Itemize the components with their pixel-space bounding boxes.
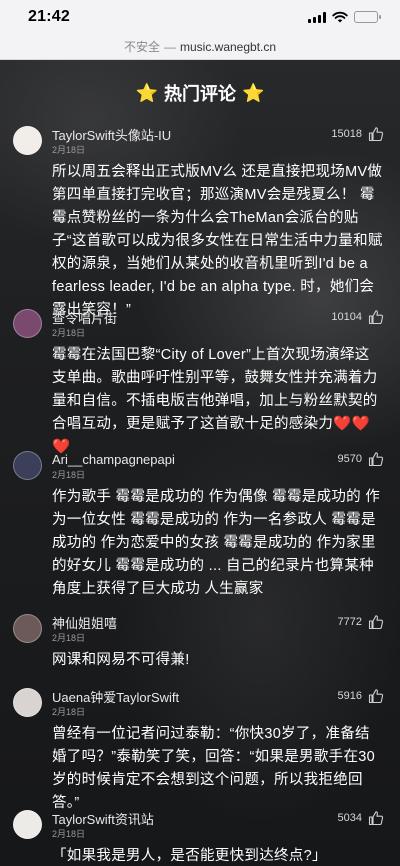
avatar[interactable] bbox=[13, 810, 42, 839]
avatar[interactable] bbox=[13, 126, 42, 155]
comment-text: 所以周五会释出正式版MV么 还是直接把现场MV做第四单直接打完收官；那巡演MV会… bbox=[52, 164, 383, 318]
comment-text: 曾经有一位记者问过泰勒：“你快30岁了，准备结婚了吗？”泰勒笑了笑，回答：“如果… bbox=[52, 726, 375, 811]
comment-text: 霉霉在法国巴黎“City of Lover”上首次现场演绎这支单曲。歌曲呼吁性别… bbox=[52, 344, 384, 459]
comment-date: 2月18日 bbox=[52, 328, 86, 338]
comment-date: 2月18日 bbox=[52, 470, 86, 480]
like-count: 10104 bbox=[331, 311, 362, 323]
comment-list: TaylorSwift头像站-IU 15018 2月18日 所以周五会释出正式版… bbox=[0, 124, 400, 866]
comment-item: TaylorSwift头像站-IU 15018 2月18日 所以周五会释出正式版… bbox=[0, 124, 400, 318]
thumbs-up-icon[interactable] bbox=[368, 810, 384, 826]
url-host: music.wanegbt.cn bbox=[179, 39, 277, 54]
comment-date: 2月18日 bbox=[52, 633, 86, 643]
comment-text: 网课和网易不可得兼! bbox=[52, 652, 190, 668]
avatar[interactable] bbox=[13, 309, 42, 338]
like-count: 5034 bbox=[337, 812, 362, 824]
status-time: 21:42 bbox=[28, 8, 70, 25]
comment-date: 2月18日 bbox=[52, 829, 86, 839]
thumbs-up-icon[interactable] bbox=[368, 614, 384, 630]
status-bar: 21:42 bbox=[0, 0, 400, 34]
url-bar[interactable]: 不安全 — music.wanegbt.cn bbox=[0, 34, 400, 60]
star-icon: ⭐ bbox=[135, 82, 158, 103]
security-label: 不安全 bbox=[123, 40, 160, 54]
comment-username[interactable]: 神仙姐姐嘻 bbox=[52, 613, 338, 632]
like-count: 15018 bbox=[331, 128, 362, 140]
battery-icon bbox=[354, 11, 381, 23]
comment-date: 2月18日 bbox=[52, 707, 86, 717]
url-separator: — bbox=[163, 39, 176, 54]
comment-text: 作为歌手 霉霉是成功的 作为偶像 霉霉是成功的 作为一位女性 霉霉是成功的 作为… bbox=[52, 489, 381, 597]
status-icons bbox=[308, 11, 381, 23]
comment-username[interactable]: Uaena钟爱TaylorSwift bbox=[52, 687, 338, 706]
page-title: 热门评论 bbox=[164, 84, 236, 104]
comment-item: 查令唱片街 10104 2月18日 霉霉在法国巴黎“City of Lover”… bbox=[0, 307, 400, 455]
comment-item: 神仙姐姐嘻 7772 2月18日 网课和网易不可得兼! bbox=[0, 612, 400, 686]
thumbs-up-icon[interactable] bbox=[368, 309, 384, 325]
thumbs-up-icon[interactable] bbox=[368, 451, 384, 467]
comment-date: 2月18日 bbox=[52, 145, 86, 155]
like-count: 7772 bbox=[337, 616, 362, 628]
avatar[interactable] bbox=[13, 688, 42, 717]
cellular-signal-icon bbox=[308, 11, 326, 23]
comment-username[interactable]: Ari__champagnepapi bbox=[52, 452, 338, 467]
comment-item: Ari__champagnepapi 9570 2月18日 作为歌手 霉霉是成功… bbox=[0, 449, 400, 612]
comment-text: 「如果我是男人，是否能更快到达终点?」 bbox=[52, 848, 327, 864]
comment-item: TaylorSwift资讯站 5034 2月18日 「如果我是男人，是否能更快到… bbox=[0, 808, 400, 866]
wifi-icon bbox=[332, 11, 348, 23]
star-icon: ⭐ bbox=[242, 82, 265, 103]
comment-text-body: 霉霉在法国巴黎“City of Lover”上首次现场演绎这支单曲。歌曲呼吁性别… bbox=[52, 347, 378, 432]
comment-username[interactable]: TaylorSwift资讯站 bbox=[52, 809, 338, 828]
thumbs-up-icon[interactable] bbox=[368, 688, 384, 704]
like-count: 9570 bbox=[337, 453, 362, 465]
thumbs-up-icon[interactable] bbox=[368, 126, 384, 142]
avatar[interactable] bbox=[13, 614, 42, 643]
avatar[interactable] bbox=[13, 451, 42, 480]
comment-item: Uaena钟爱TaylorSwift 5916 2月18日 曾经有一位记者问过泰… bbox=[0, 686, 400, 811]
comment-username[interactable]: TaylorSwift头像站-IU bbox=[52, 125, 331, 144]
like-count: 5916 bbox=[337, 690, 362, 702]
comment-username[interactable]: 查令唱片街 bbox=[52, 308, 331, 327]
hot-comments-header: ⭐ 热门评论 ⭐ bbox=[0, 80, 400, 106]
